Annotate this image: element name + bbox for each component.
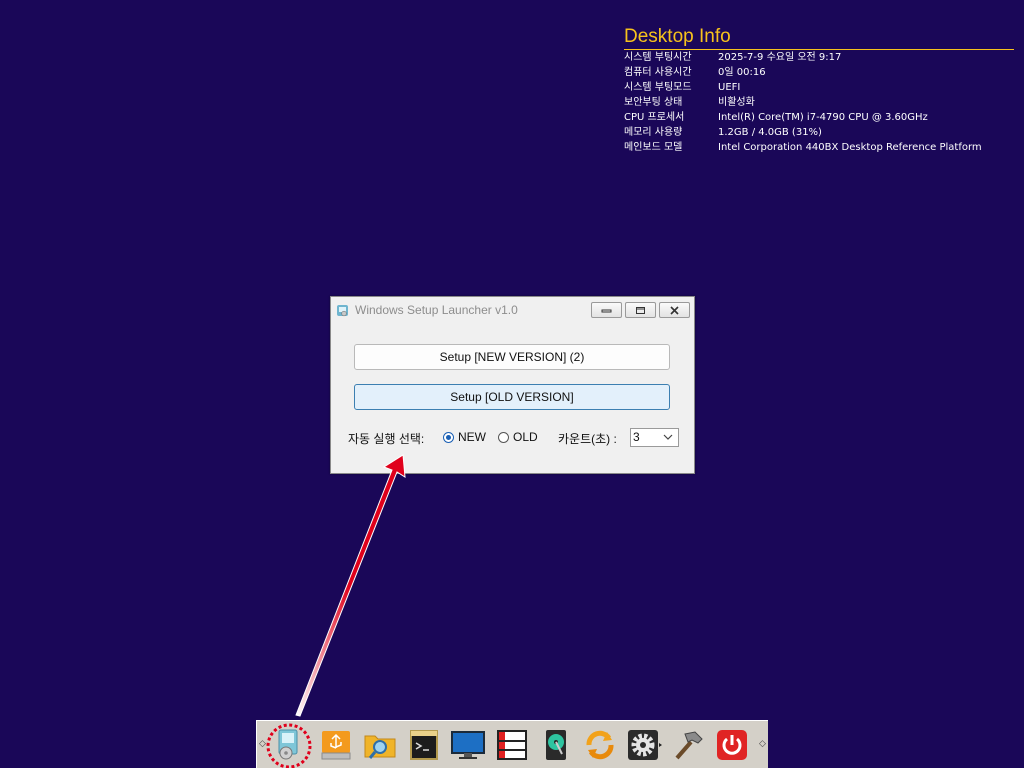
settings-gear-icon-graphic [628,730,662,760]
taskbar: ◇ ◇ [256,720,768,768]
hard-disk-icon-graphic [546,730,566,760]
disk-manager-icon[interactable] [494,727,530,763]
power-icon[interactable] [714,727,750,763]
monitor-icon[interactable] [450,727,486,763]
command-prompt-icon[interactable] [406,727,442,763]
disk-manager-icon-graphic [497,730,527,760]
settings-gear-icon[interactable] [626,727,662,763]
annotation-arrow [295,454,406,717]
power-icon-graphic [717,730,747,760]
hard-disk-icon[interactable] [538,727,574,763]
sync-icon-graphic [586,730,614,760]
taskbar-left-grip-icon[interactable]: ◇ [259,739,266,749]
usb-drive-icon-graphic [321,731,351,760]
command-prompt-icon-graphic [410,730,438,760]
tools-hammer-icon[interactable] [670,727,706,763]
tools-hammer-icon-graphic [675,731,703,760]
folder-search-icon[interactable] [362,727,398,763]
taskbar-right-grip-icon[interactable]: ◇ [759,739,766,749]
sync-icon[interactable] [582,727,618,763]
monitor-icon-graphic [451,731,485,759]
highlight-circle [266,723,312,768]
folder-search-icon-graphic [364,735,396,759]
usb-drive-icon[interactable] [318,727,354,763]
